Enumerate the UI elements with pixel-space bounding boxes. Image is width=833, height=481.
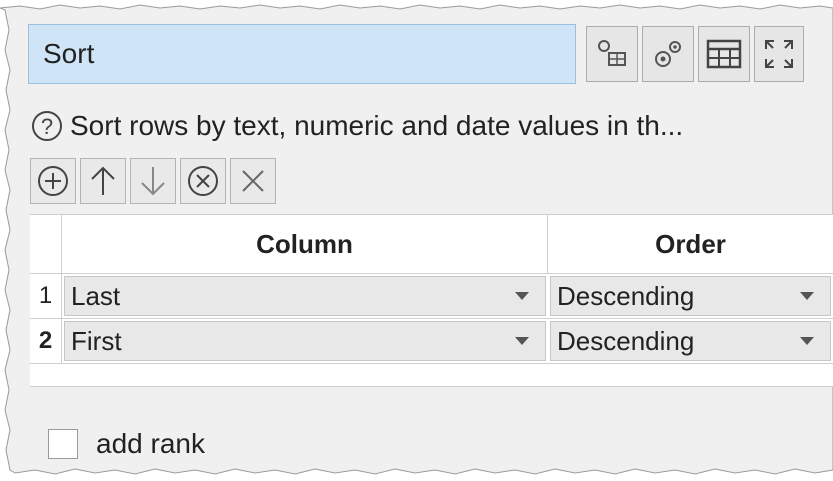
column-select-value: First <box>71 326 122 356</box>
add-row-button[interactable] <box>30 158 76 204</box>
add-rank-option[interactable]: add rank <box>48 424 205 464</box>
order-select-value: Descending <box>557 326 695 356</box>
help-icon[interactable]: ? <box>32 111 62 141</box>
help-text: Sort rows by text, numeric and date valu… <box>70 110 684 141</box>
chevron-down-icon[interactable] <box>800 292 814 300</box>
column-select[interactable]: Last <box>64 276 546 316</box>
chevron-down-icon[interactable] <box>515 292 529 300</box>
connection-settings-icon <box>598 40 626 66</box>
remove-icon <box>188 166 218 196</box>
help-row: ? Sort rows by text, numeric and date va… <box>32 104 832 148</box>
column-select-value: Last <box>71 281 121 311</box>
column-select[interactable]: First <box>64 321 546 361</box>
panel-header: Sort <box>28 24 833 84</box>
maximize-button[interactable] <box>754 26 804 82</box>
panel-title: Sort <box>28 24 576 84</box>
settings-button[interactable] <box>642 26 694 82</box>
header-column: Column <box>62 215 548 273</box>
table-empty-row <box>30 364 833 387</box>
gear-icon <box>655 41 681 67</box>
order-select-value: Descending <box>557 281 695 311</box>
move-down-button[interactable] <box>130 158 176 204</box>
connection-settings-button[interactable] <box>586 26 638 82</box>
table-icon <box>706 39 742 69</box>
table-view-button[interactable] <box>698 26 750 82</box>
remove-row-button[interactable] <box>180 158 226 204</box>
move-up-button[interactable] <box>80 158 126 204</box>
add-rank-label: add rank <box>96 428 205 459</box>
row-number: 1 <box>30 274 62 318</box>
header-rownum <box>30 215 62 273</box>
down-icon <box>141 167 165 196</box>
add-rank-checkbox[interactable] <box>48 429 78 459</box>
up-icon <box>91 166 115 195</box>
add-icon <box>38 166 68 196</box>
chevron-down-icon[interactable] <box>800 337 814 345</box>
table-row: 1 Last Descending <box>30 274 833 319</box>
close-icon <box>242 170 264 192</box>
table-header: Column Order <box>30 215 833 274</box>
row-number: 2 <box>30 319 62 363</box>
order-select[interactable]: Descending <box>550 276 831 316</box>
table-row: 2 First Descending <box>30 319 833 364</box>
sort-criteria-table: Column Order 1 Last Descending 2 First D… <box>30 214 833 387</box>
chevron-down-icon[interactable] <box>515 337 529 345</box>
clear-rows-button[interactable] <box>230 158 276 204</box>
maximize-icon <box>765 40 793 68</box>
order-select[interactable]: Descending <box>550 321 831 361</box>
header-order: Order <box>655 229 726 259</box>
